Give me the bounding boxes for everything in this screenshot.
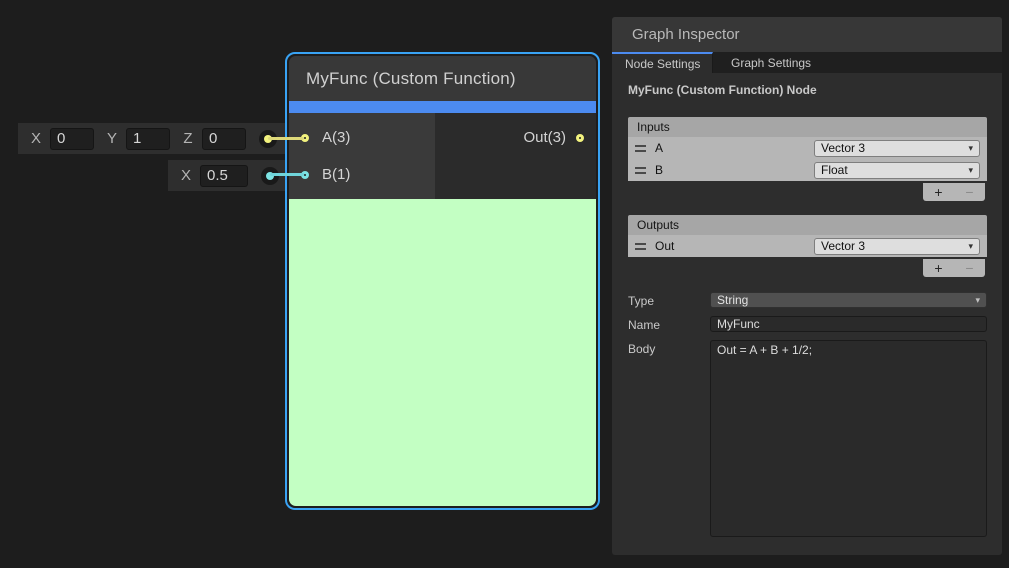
myfunc-node[interactable]: MyFunc (Custom Function) A(3) B(1)	[285, 52, 600, 510]
input-row-b: B Float ▾	[628, 159, 987, 181]
float-x-label: X	[181, 167, 191, 184]
add-output-button[interactable]: +	[934, 261, 942, 275]
inspector-content: MyFunc (Custom Function) Node Inputs A V…	[612, 83, 1002, 537]
outputs-rows: Out Vector 3 ▾	[628, 235, 987, 257]
port-out-connector-icon[interactable]	[576, 134, 584, 142]
inputs-rows: A Vector 3 ▾ B Float ▾	[628, 137, 987, 181]
shader-graph-canvas: X Y Z X MyFunc (Custom Function) A(3)	[0, 0, 1009, 568]
inspector-tabs: Node Settings Graph Settings	[612, 52, 1002, 73]
x-axis-label: X	[31, 130, 41, 147]
outputs-section-header: Outputs	[628, 215, 987, 235]
node-accent-bar	[289, 101, 596, 113]
inputs-section-title: Inputs	[637, 120, 670, 134]
port-row-a: A(3)	[289, 119, 435, 156]
node-preview	[289, 199, 596, 506]
inputs-section: Inputs A Vector 3 ▾ B	[628, 117, 987, 201]
drag-handle-icon[interactable]	[635, 243, 646, 250]
tab-node-settings[interactable]: Node Settings	[612, 52, 713, 73]
y-axis-label: Y	[107, 130, 117, 147]
input-b-type-dropdown[interactable]: Float ▾	[814, 162, 980, 179]
input-a-type-value: Vector 3	[821, 141, 865, 155]
port-row-out: Out(3)	[435, 119, 596, 156]
dropdown-arrow-icon: ▾	[968, 241, 973, 252]
type-label: Type	[628, 292, 710, 308]
z-axis-label: Z	[183, 130, 193, 147]
drag-handle-icon[interactable]	[635, 145, 646, 152]
type-value: String	[717, 293, 748, 307]
body-field-row: Body Out = A + B + 1/2;	[628, 340, 987, 537]
body-textarea[interactable]: Out = A + B + 1/2;	[710, 340, 987, 537]
type-dropdown[interactable]: String ▾	[710, 292, 987, 308]
port-b-label: B(1)	[322, 166, 350, 183]
inputs-add-remove-bar: + −	[923, 183, 985, 201]
output-out-type-dropdown[interactable]: Vector 3 ▾	[814, 238, 980, 255]
name-label: Name	[628, 316, 710, 332]
input-row-a: A Vector 3 ▾	[628, 137, 987, 159]
float-to-b-edge[interactable]	[270, 173, 304, 176]
inputs-section-header: Inputs	[628, 117, 987, 137]
output-out-type-value: Vector 3	[821, 239, 865, 253]
outputs-section: Outputs Out Vector 3 ▾ + −	[628, 215, 987, 277]
output-out-name: Out	[655, 239, 674, 253]
input-a-type-dropdown[interactable]: Vector 3 ▾	[814, 140, 980, 157]
vector3-input-widget: X Y Z	[18, 123, 285, 154]
type-field-row: Type String ▾	[628, 292, 987, 308]
inspected-node-title: MyFunc (Custom Function) Node	[628, 83, 987, 97]
z-value-field[interactable]	[202, 128, 246, 150]
node-output-ports: Out(3)	[435, 113, 596, 199]
dropdown-arrow-icon: ▾	[975, 295, 980, 306]
myfunc-node-body: MyFunc (Custom Function) A(3) B(1)	[289, 56, 596, 506]
name-input[interactable]	[710, 316, 987, 332]
graph-inspector-title: Graph Inspector	[632, 26, 740, 43]
port-row-b: B(1)	[289, 156, 435, 193]
remove-output-button[interactable]: −	[965, 261, 973, 275]
float-value-field[interactable]	[200, 165, 248, 187]
body-label: Body	[628, 340, 710, 356]
remove-input-button[interactable]: −	[965, 185, 973, 199]
x-value-field[interactable]	[50, 128, 94, 150]
outputs-section-title: Outputs	[637, 218, 679, 232]
dropdown-arrow-icon: ▾	[968, 165, 973, 176]
port-out-label: Out(3)	[523, 129, 566, 146]
float-input-widget: X	[168, 160, 285, 191]
y-value-field[interactable]	[126, 128, 170, 150]
graph-inspector-header[interactable]: Graph Inspector	[612, 17, 1002, 52]
node-port-area: A(3) B(1) Out(3)	[289, 113, 596, 199]
input-a-name: A	[655, 141, 663, 155]
tab-node-settings-label: Node Settings	[625, 57, 700, 71]
vector3-to-a-edge[interactable]	[268, 137, 304, 140]
tab-graph-settings[interactable]: Graph Settings	[713, 52, 829, 73]
node-input-ports: A(3) B(1)	[289, 113, 435, 199]
input-b-name: B	[655, 163, 663, 177]
dropdown-arrow-icon: ▾	[968, 143, 973, 154]
drag-handle-icon[interactable]	[635, 167, 646, 174]
node-title: MyFunc (Custom Function)	[306, 69, 516, 89]
outputs-add-remove-bar: + −	[923, 259, 985, 277]
add-input-button[interactable]: +	[934, 185, 942, 199]
name-field-row: Name	[628, 316, 987, 332]
node-title-bar[interactable]: MyFunc (Custom Function)	[289, 56, 596, 101]
port-a-label: A(3)	[322, 129, 350, 146]
graph-inspector-panel: Graph Inspector Node Settings Graph Sett…	[612, 17, 1002, 555]
input-b-type-value: Float	[821, 163, 848, 177]
tab-graph-settings-label: Graph Settings	[731, 56, 811, 70]
output-row-out: Out Vector 3 ▾	[628, 235, 987, 257]
